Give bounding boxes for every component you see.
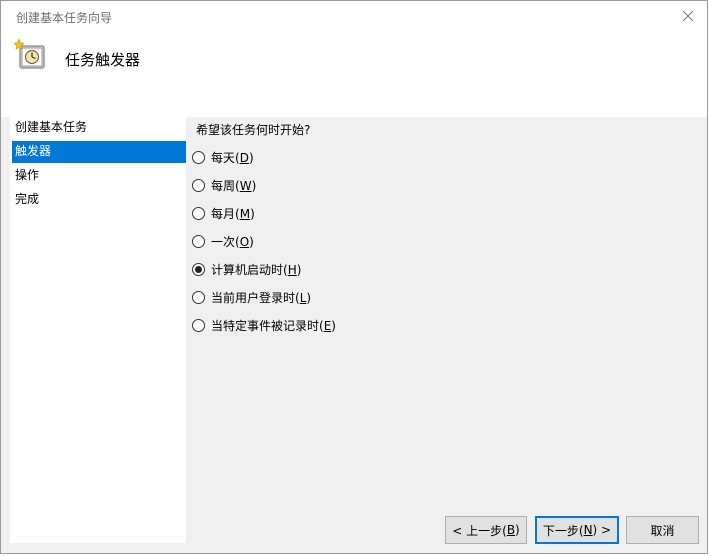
radio-circle	[192, 206, 205, 220]
radio-label: 每周(W)	[211, 178, 257, 193]
step-finish[interactable]: 完成	[12, 189, 186, 211]
next-button[interactable]: 下一步(N) >	[535, 516, 619, 544]
radio-label: 当特定事件被记录时(E)	[211, 318, 336, 333]
title-bar: 创建基本任务向导	[1, 1, 707, 31]
trigger-panel: 希望该任务何时开始? 每天(D) 每周(W) 每月(M) 一次(O) 计算机启动…	[186, 117, 706, 507]
radio-circle-checked	[192, 262, 205, 276]
step-create-basic-task[interactable]: 创建基本任务	[12, 117, 186, 139]
clock-icon	[13, 37, 48, 71]
close-icon[interactable]	[677, 5, 699, 27]
question-label: 希望该任务何时开始?	[196, 123, 311, 137]
radio-at-logon[interactable]: 当前用户登录时(L)	[192, 288, 311, 306]
radio-circle	[192, 290, 205, 304]
wizard-steps: 创建基本任务 触发器 操作 完成	[10, 117, 186, 543]
radio-label: 一次(O)	[211, 234, 254, 249]
page-title: 任务触发器	[65, 51, 141, 69]
back-button[interactable]: < 上一步(B)	[445, 516, 527, 544]
step-trigger[interactable]: 触发器	[12, 141, 186, 163]
step-action[interactable]: 操作	[12, 165, 186, 187]
radio-label: 当前用户登录时(L)	[211, 290, 312, 305]
radio-label: 计算机启动时(H)	[211, 262, 302, 277]
cancel-button[interactable]: 取消	[626, 516, 699, 544]
radio-once[interactable]: 一次(O)	[192, 232, 254, 250]
radio-daily[interactable]: 每天(D)	[192, 148, 254, 166]
radio-label: 每天(D)	[211, 150, 254, 165]
radio-monthly[interactable]: 每月(M)	[192, 204, 255, 222]
radio-circle	[192, 150, 205, 164]
radio-weekly[interactable]: 每周(W)	[192, 176, 256, 194]
wizard-window: 创建基本任务向导 任务触发器 创建基本任务 触发器 操作 完成 希望该任务何时开…	[0, 0, 708, 554]
wizard-header: 任务触发器	[1, 31, 707, 117]
radio-label: 每月(M)	[211, 206, 255, 221]
radio-on-event[interactable]: 当特定事件被记录时(E)	[192, 316, 336, 334]
radio-circle	[192, 318, 205, 332]
window-title: 创建基本任务向导	[16, 11, 113, 25]
radio-at-startup[interactable]: 计算机启动时(H)	[192, 260, 301, 278]
radio-circle	[192, 178, 205, 192]
radio-circle	[192, 234, 205, 248]
